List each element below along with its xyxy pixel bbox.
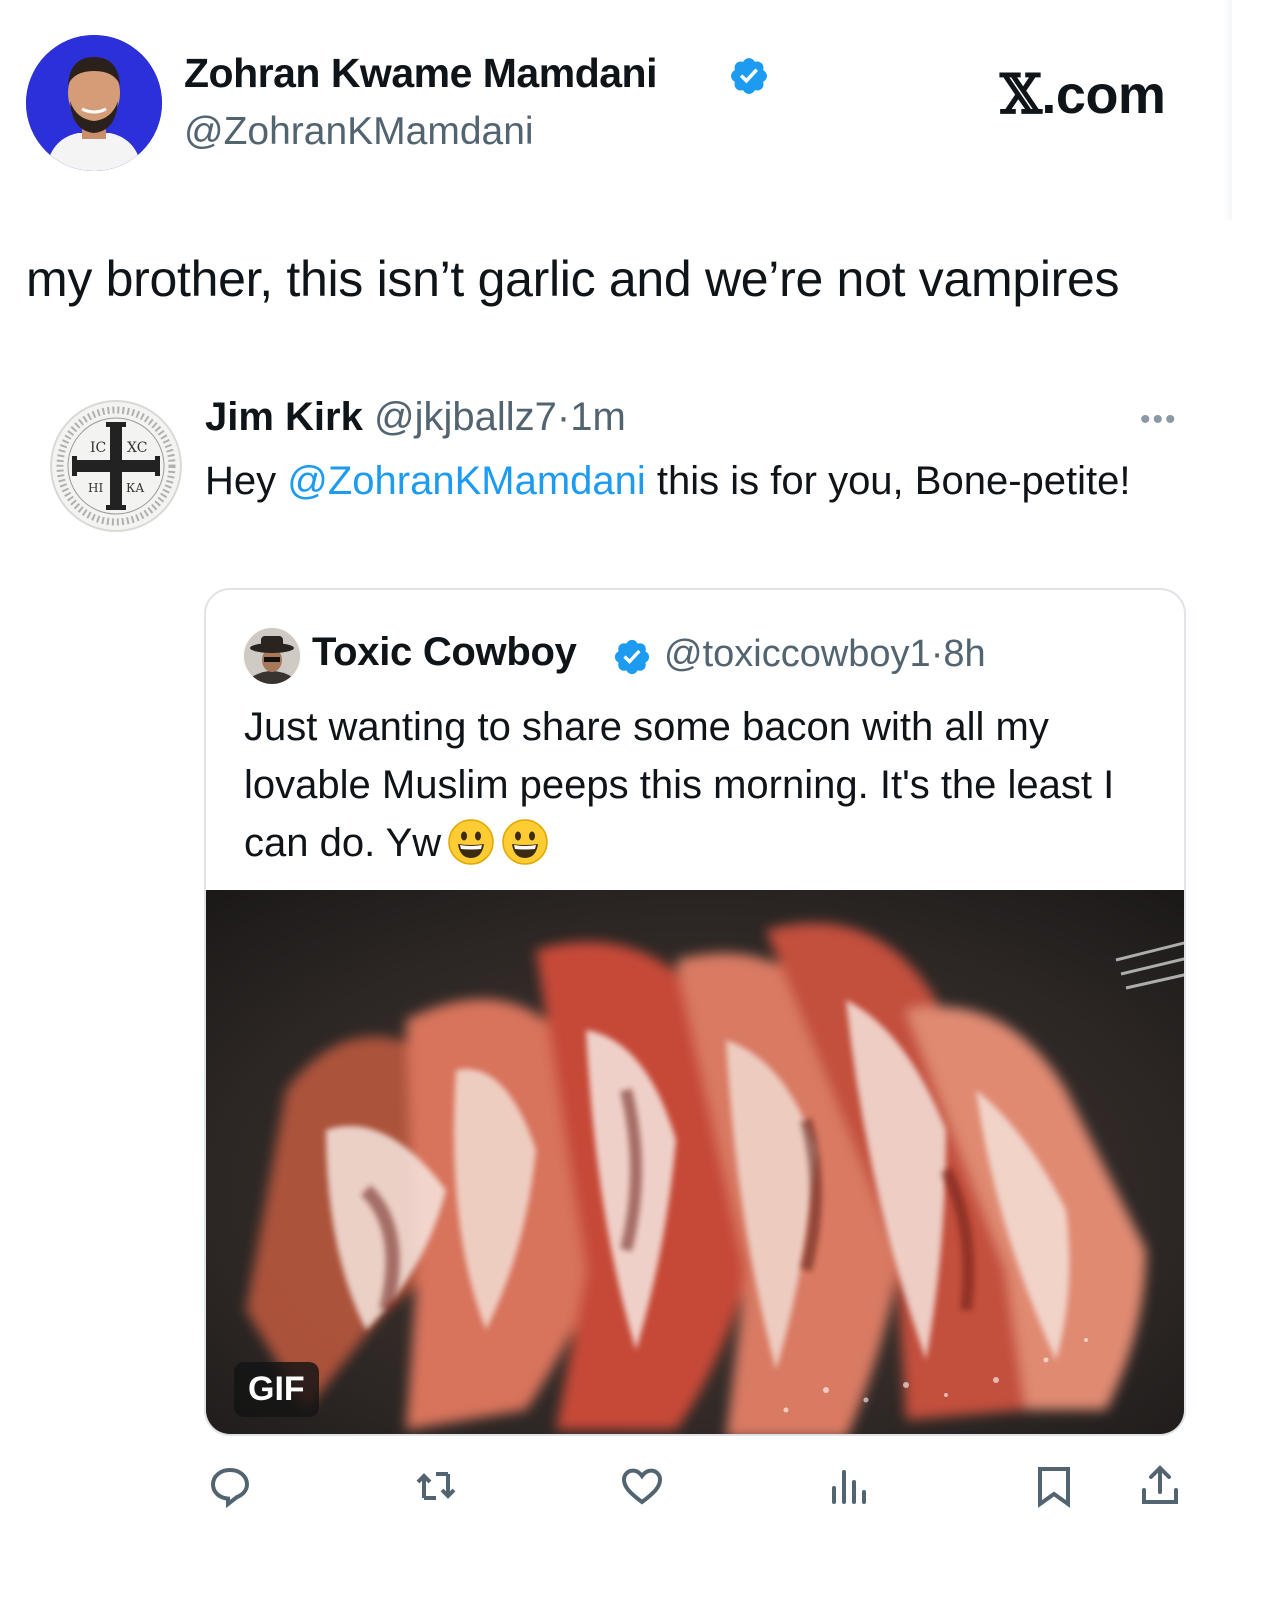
like-icon[interactable] <box>618 1462 666 1510</box>
reply-mention-link[interactable]: @ZohranKMamdani <box>287 459 646 503</box>
reply-text: Hey @ZohranKMamdani this is for you, Bon… <box>205 452 1165 510</box>
reply-text-suffix: this is for you, Bone-petite! <box>645 459 1131 503</box>
reply-icon[interactable] <box>206 1462 254 1510</box>
cross-seal-icon: IC XC НІ КА <box>56 406 176 526</box>
brand-logo: 𝕏.com <box>1000 62 1166 126</box>
reply-author-name[interactable]: Jim Kirk <box>205 395 363 439</box>
avatar-portrait <box>26 35 162 171</box>
quote-separator: · <box>930 633 944 675</box>
svg-text:XC: XC <box>127 440 147 456</box>
author-name[interactable]: Zohran Kwame Mamdani <box>184 50 657 97</box>
bookmark-icon[interactable] <box>1030 1462 1078 1510</box>
quote-text: Just wanting to share some bacon with al… <box>244 698 1164 872</box>
share-icon[interactable] <box>1136 1462 1184 1510</box>
quote-body: Just wanting to share some bacon with al… <box>244 705 1115 865</box>
quote-author-name[interactable]: Toxic Cowboy <box>312 630 577 675</box>
svg-text:КА: КА <box>126 481 144 495</box>
verified-badge-icon <box>731 58 767 94</box>
gif-badge[interactable]: GIF <box>234 1362 319 1417</box>
reply-separator: · <box>556 395 571 439</box>
svg-text:IC: IC <box>90 440 106 456</box>
more-options-icon[interactable]: ••• <box>1140 403 1178 437</box>
reply-text-prefix: Hey <box>205 459 288 503</box>
quote-time[interactable]: 8h <box>943 633 985 675</box>
x-logo-icon: 𝕏 <box>1000 62 1042 126</box>
reply-time[interactable]: 1m <box>570 395 626 439</box>
grinning-face-emoji-icon <box>502 819 548 865</box>
quote-author-handle[interactable]: @toxiccowboy1 <box>664 633 931 675</box>
svg-text:НІ: НІ <box>88 481 103 495</box>
grinning-face-emoji-icon <box>448 819 494 865</box>
author-avatar[interactable] <box>26 35 162 171</box>
tweet-text: my brother, this isn’t garlic and we’re … <box>26 251 1120 307</box>
quote-meta: @toxiccowboy1·8h <box>664 633 986 676</box>
cowboy-avatar-icon <box>244 628 300 684</box>
reply-avatar[interactable]: IC XC НІ КА <box>50 400 182 532</box>
quote-avatar[interactable] <box>244 628 300 684</box>
brand-suffix: .com <box>1041 65 1166 125</box>
retweet-icon[interactable] <box>412 1462 460 1510</box>
author-handle[interactable]: @ZohranKMamdani <box>184 110 534 154</box>
views-icon[interactable] <box>824 1462 872 1510</box>
verified-badge-icon <box>614 639 650 675</box>
edge-shadow <box>1224 0 1232 220</box>
bacon-frying-image <box>206 890 1184 1434</box>
quoted-tweet-card[interactable]: Toxic Cowboy @toxiccowboy1·8h Just wanti… <box>204 588 1186 1436</box>
reply-author-handle[interactable]: @jkjballz7 <box>374 395 557 439</box>
reply-header: Jim Kirk @jkjballz7·1m <box>205 395 626 440</box>
bacon-gif-media[interactable]: GIF <box>206 890 1184 1434</box>
